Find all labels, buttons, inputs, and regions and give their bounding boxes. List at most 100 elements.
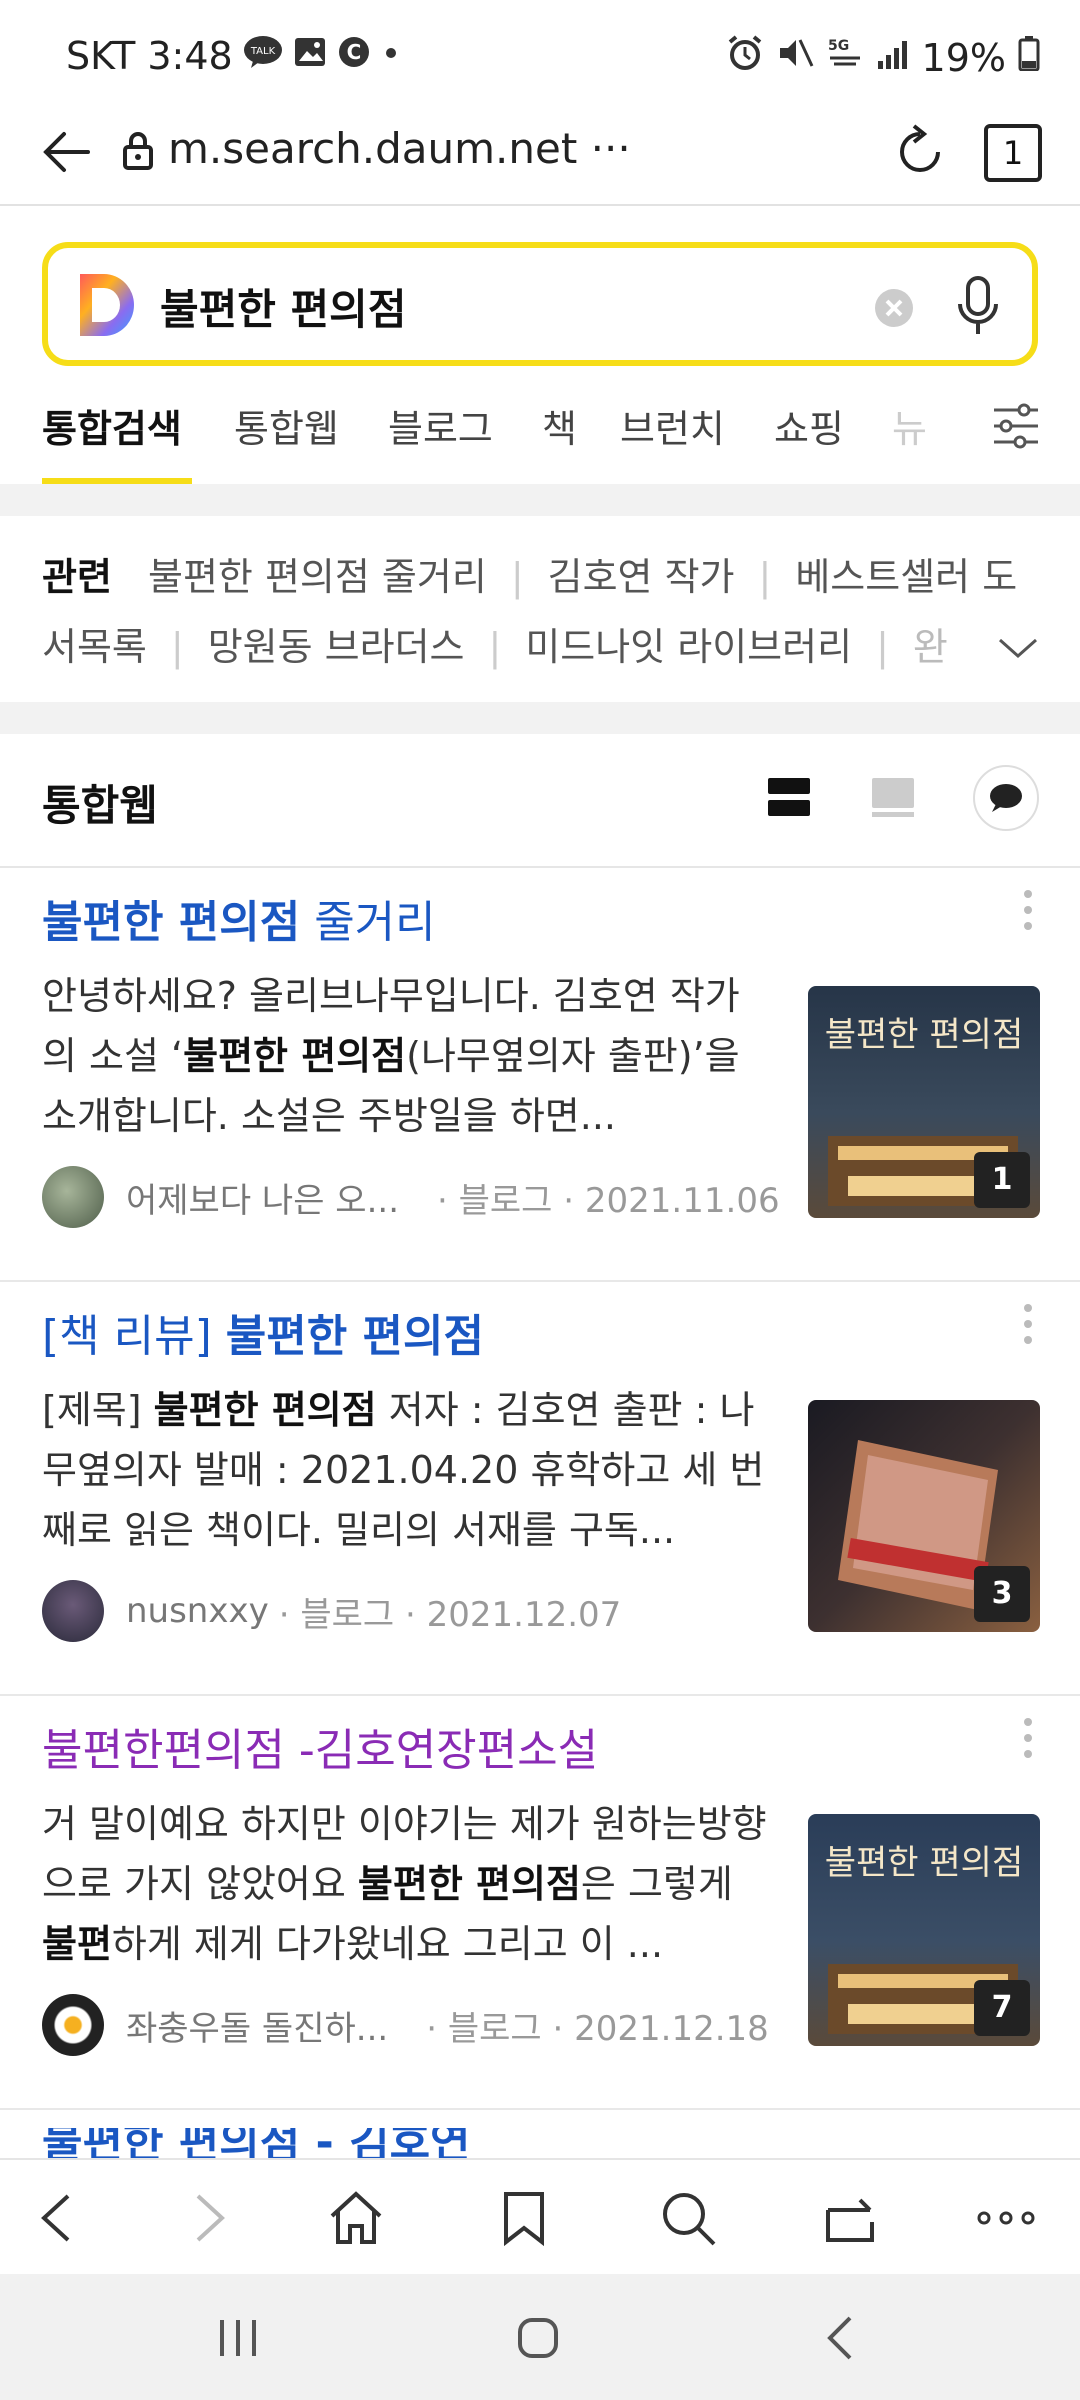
card-view-icon[interactable] (870, 774, 916, 824)
related-item[interactable]: 베스트셀러 도 (795, 555, 1017, 599)
author-name[interactable]: 좌충우돌 돌진하... (126, 2001, 388, 2050)
related-item[interactable]: 서목록 (42, 625, 147, 669)
search-result: [책 리뷰] 불편한 편의점 [제목] 불편한 편의점 저자 : 김호연 출판 … (0, 1280, 1080, 1696)
home-button-icon[interactable] (508, 2308, 568, 2368)
status-right: 5G 19% (726, 34, 1040, 81)
result-title[interactable]: [책 리뷰] 불편한 편의점 (42, 1300, 484, 1364)
result-thumbnail[interactable]: 불편한 편의점 7 (808, 1814, 1040, 2046)
related-row-2: 서목록 | 망원동 브라더스 | 미드나잇 라이브러리 | 완 (42, 625, 948, 669)
section-title: 통합웹 (42, 781, 158, 830)
dot-icon (381, 34, 401, 78)
author-name[interactable]: nusnxxy (126, 1591, 269, 1631)
result-snippet[interactable]: 안녕하세요? 올리브나무입니다. 김호연 작가의 소설 ‘불편한 편의점(나무옆… (42, 966, 772, 1146)
related-searches: 관련 불편한 편의점 줄거리 | 김호연 작가 | 베스트셀러 도 서목록 | 망원동 브라… (0, 516, 1080, 702)
tab-news[interactable]: 뉴 (892, 398, 927, 453)
search-query[interactable]: 불편한 편의점 (160, 276, 406, 337)
battery-icon (1018, 35, 1040, 80)
talk-badge-text: TALK (250, 46, 276, 57)
list-view-icon[interactable] (766, 774, 812, 824)
result-meta: nusnxxy · 블로그 · 2021.12.07 (42, 1580, 621, 1642)
result-meta: 좌충우돌 돌진하... · 블로그 · 2021.12.18 (42, 1994, 769, 2056)
clear-search-icon[interactable] (874, 288, 914, 332)
result-thumbnail[interactable]: 3 (808, 1400, 1040, 1632)
author-avatar[interactable] (42, 1580, 104, 1642)
tab-integrated[interactable]: 통합검색 (42, 398, 182, 453)
status-left: SKT 3:48 TALK C (66, 34, 401, 78)
tab-shopping[interactable]: 쇼핑 (774, 398, 844, 453)
forward-icon[interactable] (178, 2188, 238, 2248)
image-count-badge: 7 (974, 1980, 1030, 2036)
feedback-chat-icon[interactable] (972, 764, 1040, 836)
net-badge-text: 5G (828, 38, 849, 54)
filter-settings-icon[interactable] (990, 402, 1042, 454)
status-bar: SKT 3:48 TALK C 5G 19% (0, 0, 1080, 110)
result-snippet[interactable]: [제목] 불편한 편의점 저자 : 김호연 출판 : 나무옆의자 발매 : 20… (42, 1380, 772, 1560)
related-item[interactable]: 완 (913, 625, 948, 669)
thumb-text: 불편한 편의점 (825, 1015, 1024, 1055)
gallery-icon (293, 34, 327, 78)
section-header: 통합웹 (0, 734, 1080, 868)
tabs-switch-icon[interactable] (820, 2188, 880, 2248)
thumb-text: 불편한 편의점 (825, 1843, 1024, 1883)
result-source: · 블로그 · 2021.12.18 (426, 2008, 769, 2049)
back-arrow-icon[interactable] (38, 124, 94, 184)
more-options-icon[interactable] (1024, 890, 1032, 938)
tab-web[interactable]: 통합웹 (234, 398, 339, 453)
divider-band (0, 702, 1080, 734)
partial-next-title[interactable]: 불편한 편의점 - 김호연 (42, 2128, 942, 2158)
search-result: 불편한 편의점 줄거리 안녕하세요? 올리브나무입니다. 김호연 작가의 소설 … (0, 866, 1080, 1282)
tab-brunch[interactable]: 브런치 (620, 398, 725, 453)
status-time: SKT 3:48 (66, 34, 233, 78)
tab-blog[interactable]: 블로그 (388, 398, 493, 453)
image-count-badge: 1 (974, 1152, 1030, 1208)
back-icon[interactable] (28, 2188, 88, 2248)
search-icon[interactable] (658, 2188, 718, 2248)
chevron-down-icon[interactable] (996, 634, 1040, 666)
alarm-icon (726, 34, 764, 81)
result-title[interactable]: 불편한편의점 -김호연장편소설 (42, 1714, 598, 1778)
divider-band (0, 484, 1080, 516)
related-item[interactable]: 김호연 작가 (548, 555, 735, 599)
more-options-icon[interactable] (1024, 1304, 1032, 1352)
mic-icon[interactable] (956, 274, 1000, 342)
home-icon[interactable] (326, 2188, 386, 2248)
image-count-badge: 3 (974, 1566, 1030, 1622)
author-avatar[interactable] (42, 1994, 104, 2056)
result-source: · 블로그 · 2021.11.06 (437, 1180, 780, 1221)
browser-url-bar: m.search.daum.net ··· 1 (0, 110, 1080, 206)
mute-icon (776, 34, 814, 81)
more-menu-icon[interactable] (976, 2188, 1036, 2248)
related-item[interactable]: 불편한 편의점 줄거리 (148, 555, 487, 599)
more-options-icon[interactable] (1024, 1718, 1032, 1766)
bookmark-icon[interactable] (494, 2188, 554, 2248)
result-title[interactable]: 불편한 편의점 줄거리 (42, 886, 436, 950)
related-row-1: 관련 불편한 편의점 줄거리 | 김호연 작가 | 베스트셀러 도 (42, 555, 1018, 599)
tab-count-button[interactable]: 1 (984, 124, 1042, 182)
lock-icon (122, 130, 154, 174)
c-badge-text: C (346, 40, 361, 64)
related-item[interactable]: 망원동 브라더스 (208, 625, 465, 669)
author-name[interactable]: 어제보다 나은 오... (126, 1173, 399, 1222)
search-result: 불편한편의점 -김호연장편소설 거 말이예요 하지만 이야기는 제가 원하는방향… (0, 1694, 1080, 2110)
result-meta: 어제보다 나은 오... · 블로그 · 2021.11.06 (42, 1166, 780, 1228)
kakaotalk-icon: TALK (243, 34, 283, 78)
signal-icon (876, 36, 910, 80)
daum-logo-icon (76, 272, 138, 342)
result-source: · 블로그 · 2021.12.07 (278, 1594, 622, 1635)
url-text[interactable]: m.search.daum.net ··· (168, 124, 631, 173)
partial-next-result: 불편한 편의점 - 김호연 (42, 2128, 942, 2158)
result-thumbnail[interactable]: 불편한 편의점 1 (808, 986, 1040, 1218)
result-snippet[interactable]: 거 말이예요 하지만 이야기는 제가 원하는방향으로 가지 않았어요 불편한 편… (42, 1794, 772, 1974)
recent-apps-icon[interactable] (208, 2308, 268, 2368)
author-avatar[interactable] (42, 1166, 104, 1228)
c-badge-icon: C (337, 34, 371, 78)
browser-bottom-bar (0, 2158, 1080, 2276)
tab-book[interactable]: 책 (542, 398, 577, 453)
related-item[interactable]: 미드나잇 라이브러리 (525, 625, 852, 669)
system-nav-bar (0, 2274, 1080, 2400)
search-box[interactable]: 불편한 편의점 (42, 242, 1038, 366)
system-back-icon[interactable] (812, 2308, 872, 2368)
network-5g-icon: 5G (826, 34, 864, 81)
search-tabs: 통합검색 통합웹 블로그 책 브런치 쇼핑 뉴 (0, 384, 1080, 484)
reload-icon[interactable] (890, 122, 950, 186)
